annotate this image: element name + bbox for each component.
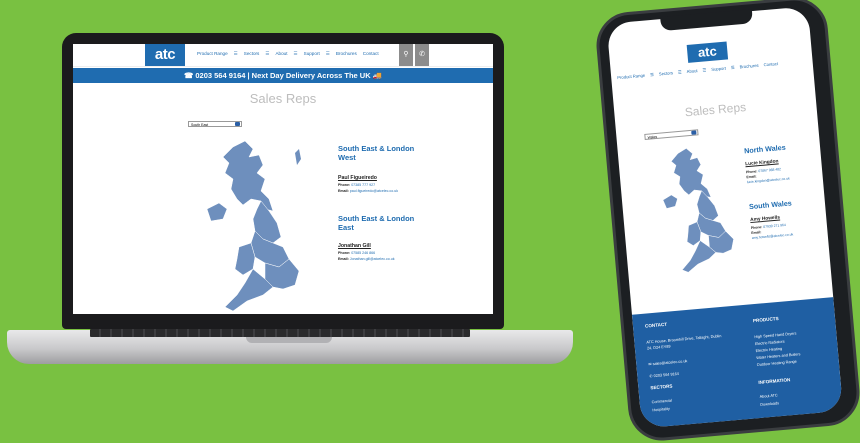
chevron-down-icon bbox=[235, 122, 240, 126]
nav-support[interactable]: Support bbox=[711, 66, 726, 72]
rep-contact-info: Phone: 07385 777 927 Email: paul.figueir… bbox=[338, 183, 398, 194]
rep-contact-info: Phone: 07867 988 482 Email: lucie.kingdo… bbox=[746, 163, 827, 185]
rep-region-heading: South East & London West bbox=[338, 144, 415, 162]
footer-sectors-heading: SECTORS bbox=[650, 383, 673, 391]
rep-name: Jonathan Gill bbox=[338, 243, 371, 249]
rep-region-heading: South Wales bbox=[748, 198, 793, 212]
nav-menu-toggle[interactable]: ☰ bbox=[294, 51, 298, 57]
region-select[interactable]: Wales bbox=[644, 129, 699, 140]
nav-support[interactable]: Support bbox=[304, 51, 320, 57]
nav-product-range[interactable]: Product Range bbox=[197, 51, 228, 57]
footer-contact-heading: CONTACT bbox=[644, 321, 668, 329]
nav-menu-toggle[interactable]: ☰ bbox=[234, 51, 238, 57]
map-region-northern-ireland bbox=[662, 194, 678, 209]
rep-contact-info: Phone: 07585 246 866 Email: Jonathan.gil… bbox=[338, 251, 395, 262]
page-title: Sales Reps bbox=[249, 91, 317, 106]
rep-phone-link[interactable]: 07867 988 482 bbox=[758, 167, 781, 173]
map-region-wales bbox=[234, 242, 256, 276]
page-title: Sales Reps bbox=[684, 100, 747, 120]
rep-phone-link[interactable]: 07930 271 964 bbox=[763, 223, 786, 229]
region-select[interactable]: South East bbox=[188, 121, 242, 127]
nav-contact[interactable]: Contact bbox=[363, 51, 379, 57]
search-icon[interactable]: ⚲ bbox=[399, 44, 413, 66]
footer-address: ATC House, Broomhill Drive, Tallaght, Du… bbox=[646, 334, 722, 351]
rep-name: Amy Howells bbox=[750, 215, 781, 224]
footer-info-link[interactable]: Downloads bbox=[760, 400, 779, 408]
nav-menu-toggle[interactable]: ☰ bbox=[650, 72, 654, 77]
rep-email-link[interactable]: Jonathan.gill@atcelec.co.uk bbox=[350, 257, 395, 261]
rep-region-heading: North Wales bbox=[743, 142, 787, 156]
contact-delivery-bar[interactable]: ☎ 0203 564 9164 | Next Day Delivery Acro… bbox=[73, 68, 493, 83]
nav-about[interactable]: About bbox=[275, 51, 287, 57]
rep-name: Paul Figueiredo bbox=[338, 175, 377, 181]
main-nav: Product Range ☰ Sectors ☰ About ☰ Suppor… bbox=[617, 61, 778, 80]
map-region-shetland bbox=[295, 149, 301, 165]
atc-logo[interactable]: atc bbox=[145, 44, 185, 66]
nav-menu-toggle[interactable]: ☰ bbox=[678, 69, 682, 74]
laptop-screen: atc Product Range ☰ Sectors ☰ About ☰ Su… bbox=[73, 44, 493, 314]
nav-brochures[interactable]: Brochures bbox=[336, 51, 357, 57]
site-footer: CONTACT ATC House, Broomhill Drive, Tall… bbox=[631, 297, 844, 429]
footer-email-link[interactable]: ✉ sales@atcelec.co.uk bbox=[648, 358, 688, 367]
nav-menu-toggle[interactable]: ☰ bbox=[326, 51, 330, 57]
rep-contact-info: Phone: 07930 271 964 Email: amy.howells@… bbox=[751, 219, 832, 241]
rep-phone-link[interactable]: 07385 777 927 bbox=[351, 183, 375, 187]
laptop-keyboard bbox=[90, 329, 470, 337]
region-select-value: South East bbox=[191, 123, 209, 127]
phone-label: Phone: bbox=[338, 183, 351, 187]
nav-brochures[interactable]: Brochures bbox=[739, 63, 758, 70]
phone-label: Phone: bbox=[338, 251, 351, 255]
uk-map[interactable] bbox=[655, 138, 747, 284]
nav-menu-toggle[interactable]: ☰ bbox=[731, 65, 735, 70]
uk-map[interactable] bbox=[203, 139, 313, 314]
footer-sector-link[interactable]: Hospitality bbox=[652, 406, 670, 414]
phone-screen: atc Product Range ☰ Sectors ☰ About ☰ Su… bbox=[606, 6, 844, 429]
email-label: Email: bbox=[338, 256, 349, 261]
nav-menu-toggle[interactable]: ☰ bbox=[265, 51, 269, 57]
phone-icon[interactable]: ✆ bbox=[415, 44, 429, 66]
nav-contact[interactable]: Contact bbox=[763, 61, 778, 67]
footer-phone-text: 0203 564 9164 bbox=[653, 371, 680, 379]
footer-email-text: sales@atcelec.co.uk bbox=[652, 359, 688, 367]
email-label: Email: bbox=[338, 188, 349, 193]
rep-region-heading: South East & London East bbox=[338, 214, 415, 232]
map-region-northern-ireland bbox=[206, 202, 228, 222]
map-region-scotland bbox=[670, 148, 712, 198]
footer-info-link[interactable]: About ATC bbox=[759, 392, 778, 400]
nav-menu-toggle[interactable]: ☰ bbox=[702, 67, 706, 72]
map-region-scotland bbox=[222, 140, 274, 212]
laptop-frame: atc Product Range ☰ Sectors ☰ About ☰ Su… bbox=[62, 33, 504, 329]
site-header: atc Product Range ☰ Sectors ☰ About ☰ Su… bbox=[73, 44, 493, 67]
phone-device: atc Product Range ☰ Sectors ☰ About ☰ Su… bbox=[593, 0, 860, 443]
region-select-value: Wales bbox=[647, 134, 658, 140]
footer-products-heading: PRODUCTS bbox=[752, 315, 779, 324]
rep-email-link[interactable]: paul.figueiredo@atcelec.co.uk bbox=[350, 189, 398, 193]
footer-sector-link[interactable]: Commercial bbox=[651, 398, 673, 406]
atc-logo[interactable]: atc bbox=[686, 41, 729, 63]
rep-phone-link[interactable]: 07585 246 866 bbox=[351, 251, 375, 255]
nav-sectors[interactable]: Sectors bbox=[244, 51, 260, 57]
footer-phone-link[interactable]: ✆ 0203 564 9164 bbox=[649, 371, 679, 380]
rep-name: Lucie Kingdon bbox=[745, 159, 779, 168]
chevron-down-icon bbox=[691, 130, 697, 135]
laptop-trackpad-notch bbox=[246, 337, 332, 343]
nav-product-range[interactable]: Product Range bbox=[617, 73, 645, 80]
main-nav: Product Range ☰ Sectors ☰ About ☰ Suppor… bbox=[197, 51, 379, 57]
nav-about[interactable]: About bbox=[686, 68, 697, 74]
nav-sectors[interactable]: Sectors bbox=[659, 70, 674, 76]
footer-information-heading: INFORMATION bbox=[758, 377, 791, 385]
